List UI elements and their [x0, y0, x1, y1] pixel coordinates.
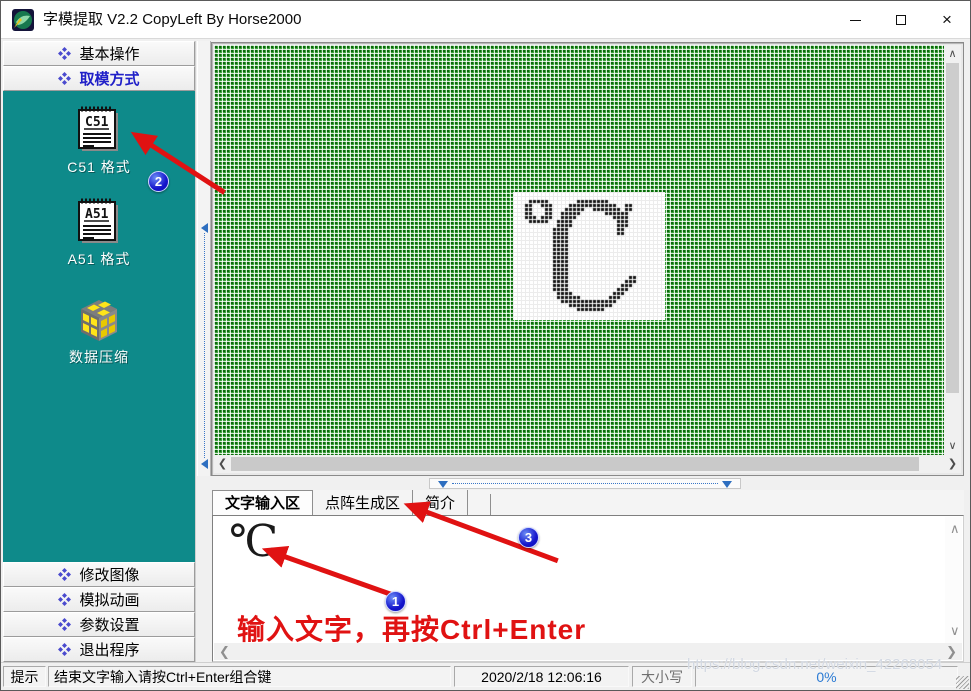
- sidebar-item-extraction-mode[interactable]: 取模方式: [3, 66, 195, 91]
- main-vertical-scrollbar[interactable]: ∧ ∨: [944, 45, 961, 455]
- tab-label: 简介: [425, 492, 455, 513]
- tab-label: 点阵生成区: [325, 492, 400, 513]
- svg-text:C51: C51: [85, 115, 109, 130]
- tool-label: C51 格式: [67, 157, 131, 177]
- tool-panel: C51 C51 格式 A51: [3, 91, 195, 562]
- sidebar-item-label: 退出程序: [79, 639, 139, 660]
- glyph-canvas[interactable]: [513, 192, 665, 320]
- scroll-right-icon[interactable]: ❯: [944, 457, 961, 471]
- bitmap-workspace: ∧ ∨ ❮ ❯: [211, 42, 964, 476]
- four-diamonds-icon: [58, 643, 71, 656]
- horizontal-splitter[interactable]: [429, 478, 741, 489]
- four-diamonds-icon: [58, 618, 71, 631]
- tab-intro[interactable]: 简介: [413, 490, 468, 515]
- app-window: 字模提取 V2.2 CopyLeft By Horse2000 × 基本操作 取…: [0, 0, 971, 691]
- status-message: 结束文字输入请按Ctrl+Enter组合键: [48, 666, 451, 687]
- input-horizontal-scrollbar[interactable]: ❮ ❯: [214, 643, 962, 660]
- tutorial-hint-text: 输入文字，再按Ctrl+Enter: [237, 608, 586, 648]
- status-bar: 提示 结束文字输入请按Ctrl+Enter组合键 2020/2/18 12:06…: [1, 662, 970, 690]
- input-vertical-scrollbar[interactable]: ∧ ∨: [945, 517, 962, 643]
- close-button[interactable]: ×: [924, 1, 970, 39]
- sidebar-item-parameter-settings[interactable]: 参数设置: [3, 612, 195, 637]
- title-bar: 字模提取 V2.2 CopyLeft By Horse2000 ×: [1, 1, 970, 39]
- tab-text-input[interactable]: 文字输入区: [212, 490, 313, 515]
- collapse-left-icon[interactable]: [201, 223, 208, 233]
- cube-icon: [70, 297, 128, 343]
- main-horizontal-scrollbar[interactable]: ❮ ❯: [214, 455, 961, 473]
- tool-label: 数据压缩: [69, 347, 129, 367]
- scroll-down-icon[interactable]: ∨: [950, 623, 960, 639]
- pixel-grid[interactable]: [214, 45, 944, 455]
- minimize-button[interactable]: [832, 1, 878, 39]
- four-diamonds-icon: [58, 568, 71, 581]
- maximize-button[interactable]: [878, 1, 924, 39]
- app-logo-icon: [11, 8, 35, 32]
- window-title: 字模提取 V2.2 CopyLeft By Horse2000: [43, 1, 301, 39]
- resize-grip-icon[interactable]: [956, 676, 969, 689]
- status-datetime: 2020/2/18 12:06:16: [454, 666, 629, 687]
- tab-dot-matrix-output[interactable]: 点阵生成区: [313, 490, 413, 515]
- step-badge-1: 1: [385, 591, 406, 612]
- c51-notepad-icon: C51: [76, 105, 122, 153]
- scroll-left-icon[interactable]: ❮: [219, 644, 230, 660]
- scroll-down-icon[interactable]: ∨: [944, 439, 961, 453]
- tab-divider: [490, 494, 491, 515]
- a51-notepad-icon: A51: [76, 197, 122, 245]
- collapse-down-icon[interactable]: [438, 481, 448, 488]
- scroll-up-icon[interactable]: ∧: [944, 47, 961, 61]
- text-input-area[interactable]: ℃ 输入文字，再按Ctrl+Enter ∧ ∨ ❮ ❯: [212, 515, 964, 662]
- status-progress: 0%: [695, 666, 958, 687]
- sidebar-item-label: 参数设置: [79, 614, 139, 635]
- input-text-value: ℃: [229, 516, 278, 567]
- four-diamonds-icon: [58, 72, 71, 85]
- four-diamonds-icon: [58, 47, 71, 60]
- scroll-right-icon[interactable]: ❯: [946, 644, 957, 660]
- minimize-icon: [850, 20, 861, 21]
- sidebar-item-label: 模拟动画: [79, 589, 139, 610]
- sidebar: 基本操作 取模方式 C51 C51 格式: [3, 41, 196, 662]
- status-caps-indicator: 大小写: [632, 666, 692, 687]
- sidebar-item-basic-operations[interactable]: 基本操作: [3, 41, 195, 66]
- vertical-splitter[interactable]: [197, 41, 211, 476]
- splitter-dotted-line: [452, 483, 718, 484]
- tool-label: A51 格式: [68, 249, 131, 269]
- collapse-down-icon[interactable]: [722, 481, 732, 488]
- step-badge-3: 3: [518, 527, 539, 548]
- collapse-left-icon[interactable]: [201, 459, 208, 469]
- sidebar-item-modify-image[interactable]: 修改图像: [3, 562, 195, 587]
- tab-label: 文字输入区: [225, 492, 300, 513]
- maximize-icon: [896, 15, 906, 25]
- sidebar-item-simulate-animation[interactable]: 模拟动画: [3, 587, 195, 612]
- scroll-left-icon[interactable]: ❮: [214, 457, 231, 471]
- tool-c51-format[interactable]: C51 C51 格式: [67, 105, 131, 177]
- bottom-tab-bar: 文字输入区 点阵生成区 简介: [212, 490, 964, 515]
- tool-data-compress[interactable]: 数据压缩: [69, 297, 129, 367]
- sidebar-item-label: 修改图像: [79, 564, 139, 585]
- scroll-up-icon[interactable]: ∧: [950, 521, 960, 537]
- sidebar-item-label: 取模方式: [79, 68, 139, 89]
- step-badge-2: 2: [148, 171, 169, 192]
- four-diamonds-icon: [58, 593, 71, 606]
- bitmap-canvas: [513, 192, 665, 320]
- sidebar-item-exit-program[interactable]: 退出程序: [3, 637, 195, 662]
- splitter-dotted-line: [204, 233, 205, 458]
- svg-text:A51: A51: [85, 207, 109, 222]
- scroll-thumb[interactable]: [231, 457, 919, 471]
- tool-a51-format[interactable]: A51 A51 格式: [68, 197, 131, 269]
- sidebar-item-label: 基本操作: [79, 43, 139, 64]
- scroll-thumb[interactable]: [946, 63, 959, 393]
- status-hint-label: 提示: [3, 666, 46, 687]
